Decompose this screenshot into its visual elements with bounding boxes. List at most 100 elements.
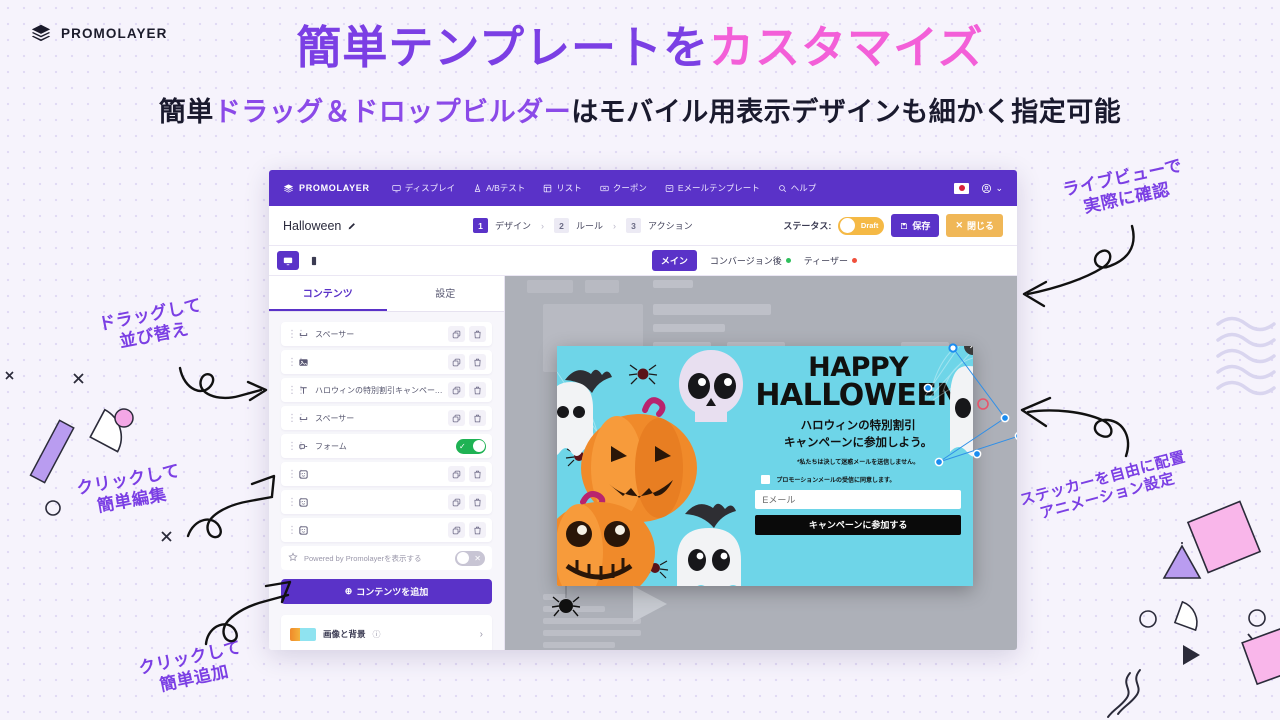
duplicate-button[interactable] xyxy=(448,522,465,538)
list-item[interactable]: ⋮⋮ xyxy=(281,350,492,374)
powered-by-toggle[interactable]: ✕ xyxy=(455,550,485,566)
campaign-name[interactable]: Halloween xyxy=(283,219,473,233)
duplicate-button[interactable] xyxy=(448,466,465,482)
device-mobile-button[interactable] xyxy=(303,251,325,270)
sidebar-tab-content[interactable]: コンテンツ xyxy=(269,276,387,311)
item-actions xyxy=(448,382,486,398)
status-label: ステータス: xyxy=(783,221,832,231)
popup-close-button[interactable]: ✕ xyxy=(964,346,973,355)
step-3-label[interactable]: アクション xyxy=(648,219,693,232)
sidebar-tab-settings[interactable]: 設定 xyxy=(387,276,505,311)
delete-button[interactable] xyxy=(469,326,486,342)
popup-content: HAPPY HALLOWEEN ハロウィンの特別割引 キャンペーンに参加しよう。… xyxy=(751,346,973,586)
search-icon xyxy=(778,184,786,192)
consent-checkbox-row[interactable]: プロモーションメールの受信に同意します。 xyxy=(755,474,961,484)
sidebar-tabs: コンテンツ 設定 xyxy=(269,276,504,312)
image-and-background-label: 画像と背景 xyxy=(323,629,366,639)
step-1-label[interactable]: デザイン xyxy=(495,219,531,232)
subheadline-part-1: 簡単 xyxy=(158,97,214,127)
popup-cta-button[interactable]: キャンペーンに参加する xyxy=(755,514,961,535)
app-subbar: Halloween 1 デザイン › 2 ルール › 3 アクション ステータス… xyxy=(269,206,1017,246)
save-button-label: 保存 xyxy=(912,221,931,231)
item-actions xyxy=(448,326,486,342)
nav-item-display[interactable]: ディスプレイ xyxy=(392,182,455,194)
delete-button[interactable] xyxy=(469,382,486,398)
step-2-label[interactable]: ルール xyxy=(576,219,603,232)
nav-item-email-template-label: Eメールテンプレート xyxy=(677,183,760,193)
form-icon xyxy=(295,441,311,452)
form-toggle[interactable]: ✓ xyxy=(456,438,486,454)
tab-post-conversion[interactable]: コンバージョン後 xyxy=(710,254,791,267)
device-desktop-button[interactable] xyxy=(277,251,299,270)
delete-button[interactable] xyxy=(469,494,486,510)
star-icon xyxy=(288,549,298,567)
drag-handle-icon[interactable]: ⋮⋮ xyxy=(287,497,306,508)
step-3-number[interactable]: 3 xyxy=(626,218,642,233)
item-actions: ✓ xyxy=(456,438,486,454)
tab-main[interactable]: メイン xyxy=(651,250,697,271)
halloween-illustration xyxy=(557,346,752,586)
delete-button[interactable] xyxy=(469,522,486,538)
campaign-name-label: Halloween xyxy=(283,218,342,233)
nav-item-email-template[interactable]: Eメールテンプレート xyxy=(665,182,760,194)
drag-handle-icon[interactable]: ⋮⋮ xyxy=(287,441,306,452)
list-item[interactable]: ⋮⋮ xyxy=(281,518,492,542)
consent-checkbox[interactable] xyxy=(761,474,771,484)
nav-item-ab-test[interactable]: A/Bテスト xyxy=(473,182,525,194)
list-item-label: フォーム xyxy=(315,441,347,451)
image-and-background-row[interactable]: 画像と背景 ⓘ › xyxy=(281,615,492,650)
drag-handle-icon[interactable]: ⋮⋮ xyxy=(287,413,306,424)
nav-item-list[interactable]: リスト xyxy=(543,182,582,194)
powered-by-row[interactable]: Powered by Promolayerを表示する ✕ xyxy=(281,546,492,570)
list-item[interactable]: ⋮⋮ スペーサー xyxy=(281,322,492,346)
list-item[interactable]: ⋮⋮ スペーサー xyxy=(281,406,492,430)
drag-handle-icon[interactable]: ⋮⋮ xyxy=(287,385,306,396)
tab-teaser[interactable]: ティーザー xyxy=(804,254,857,267)
delete-button[interactable] xyxy=(469,410,486,426)
duplicate-button[interactable] xyxy=(448,382,465,398)
drag-handle-icon[interactable]: ⋮⋮ xyxy=(287,357,306,368)
delete-button[interactable] xyxy=(469,354,486,370)
duplicate-button[interactable] xyxy=(448,326,465,342)
account-menu[interactable]: ⌄ xyxy=(981,183,1003,194)
japan-flag-icon[interactable] xyxy=(954,182,970,194)
spacer-icon xyxy=(295,413,311,424)
nav-item-list-label: リスト xyxy=(556,183,582,193)
list-item[interactable]: ⋮⋮ フォーム ✓ xyxy=(281,434,492,458)
halloween-popup[interactable]: HAPPY HALLOWEEN ハロウィンの特別割引 キャンペーンに参加しよう。… xyxy=(557,346,973,586)
close-button[interactable]: ✕ 閉じる xyxy=(946,214,1003,237)
duplicate-button[interactable] xyxy=(448,354,465,370)
nav-item-help[interactable]: ヘルプ xyxy=(778,182,817,194)
step-1-number[interactable]: 1 xyxy=(473,218,488,233)
chevron-right-icon[interactable]: › xyxy=(480,629,483,640)
duplicate-button[interactable] xyxy=(448,410,465,426)
status-toggle[interactable]: Draft xyxy=(838,216,885,235)
popup-cta-label: キャンペーンに参加する xyxy=(808,520,908,531)
email-input-placeholder: Eメール xyxy=(762,494,796,505)
preview-canvas[interactable]: HAPPY HALLOWEEN ハロウィンの特別割引 キャンペーンに参加しよう。… xyxy=(505,276,1017,650)
add-content-button[interactable]: ⊕ コンテンツを追加 xyxy=(281,579,492,604)
nav-item-coupon[interactable]: クーポン xyxy=(600,182,647,194)
item-actions xyxy=(448,494,486,510)
text-icon xyxy=(295,385,311,396)
drag-handle-icon[interactable]: ⋮⋮ xyxy=(287,329,306,340)
help-circle-icon[interactable]: ⓘ xyxy=(373,629,381,640)
popup-title-line-2: HALLOWEEN xyxy=(755,377,961,413)
duplicate-button[interactable] xyxy=(448,494,465,510)
item-actions xyxy=(448,466,486,482)
popup-subtitle-line-1: ハロウィンの特別割引 xyxy=(800,420,916,433)
list-item[interactable]: ⋮⋮ xyxy=(281,490,492,514)
app-logo[interactable]: PROMOLAYER xyxy=(283,183,370,194)
nav-item-help-label: ヘルプ xyxy=(790,183,817,193)
email-input[interactable]: Eメール xyxy=(755,489,961,509)
drag-handle-icon[interactable]: ⋮⋮ xyxy=(287,469,306,480)
list-item[interactable]: ⋮⋮ ハロウィンの特別割引キャンペーン... xyxy=(281,378,492,402)
save-button[interactable]: 保存 xyxy=(891,214,940,237)
pencil-icon[interactable] xyxy=(347,221,357,231)
step-2-number[interactable]: 2 xyxy=(554,218,570,233)
nav-item-ab-test-label: A/Bテスト xyxy=(486,183,526,193)
delete-button[interactable] xyxy=(469,466,486,482)
list-item[interactable]: ⋮⋮ xyxy=(281,462,492,486)
drag-handle-icon[interactable]: ⋮⋮ xyxy=(287,525,306,536)
step-indicator: 1 デザイン › 2 ルール › 3 アクション xyxy=(473,218,693,233)
